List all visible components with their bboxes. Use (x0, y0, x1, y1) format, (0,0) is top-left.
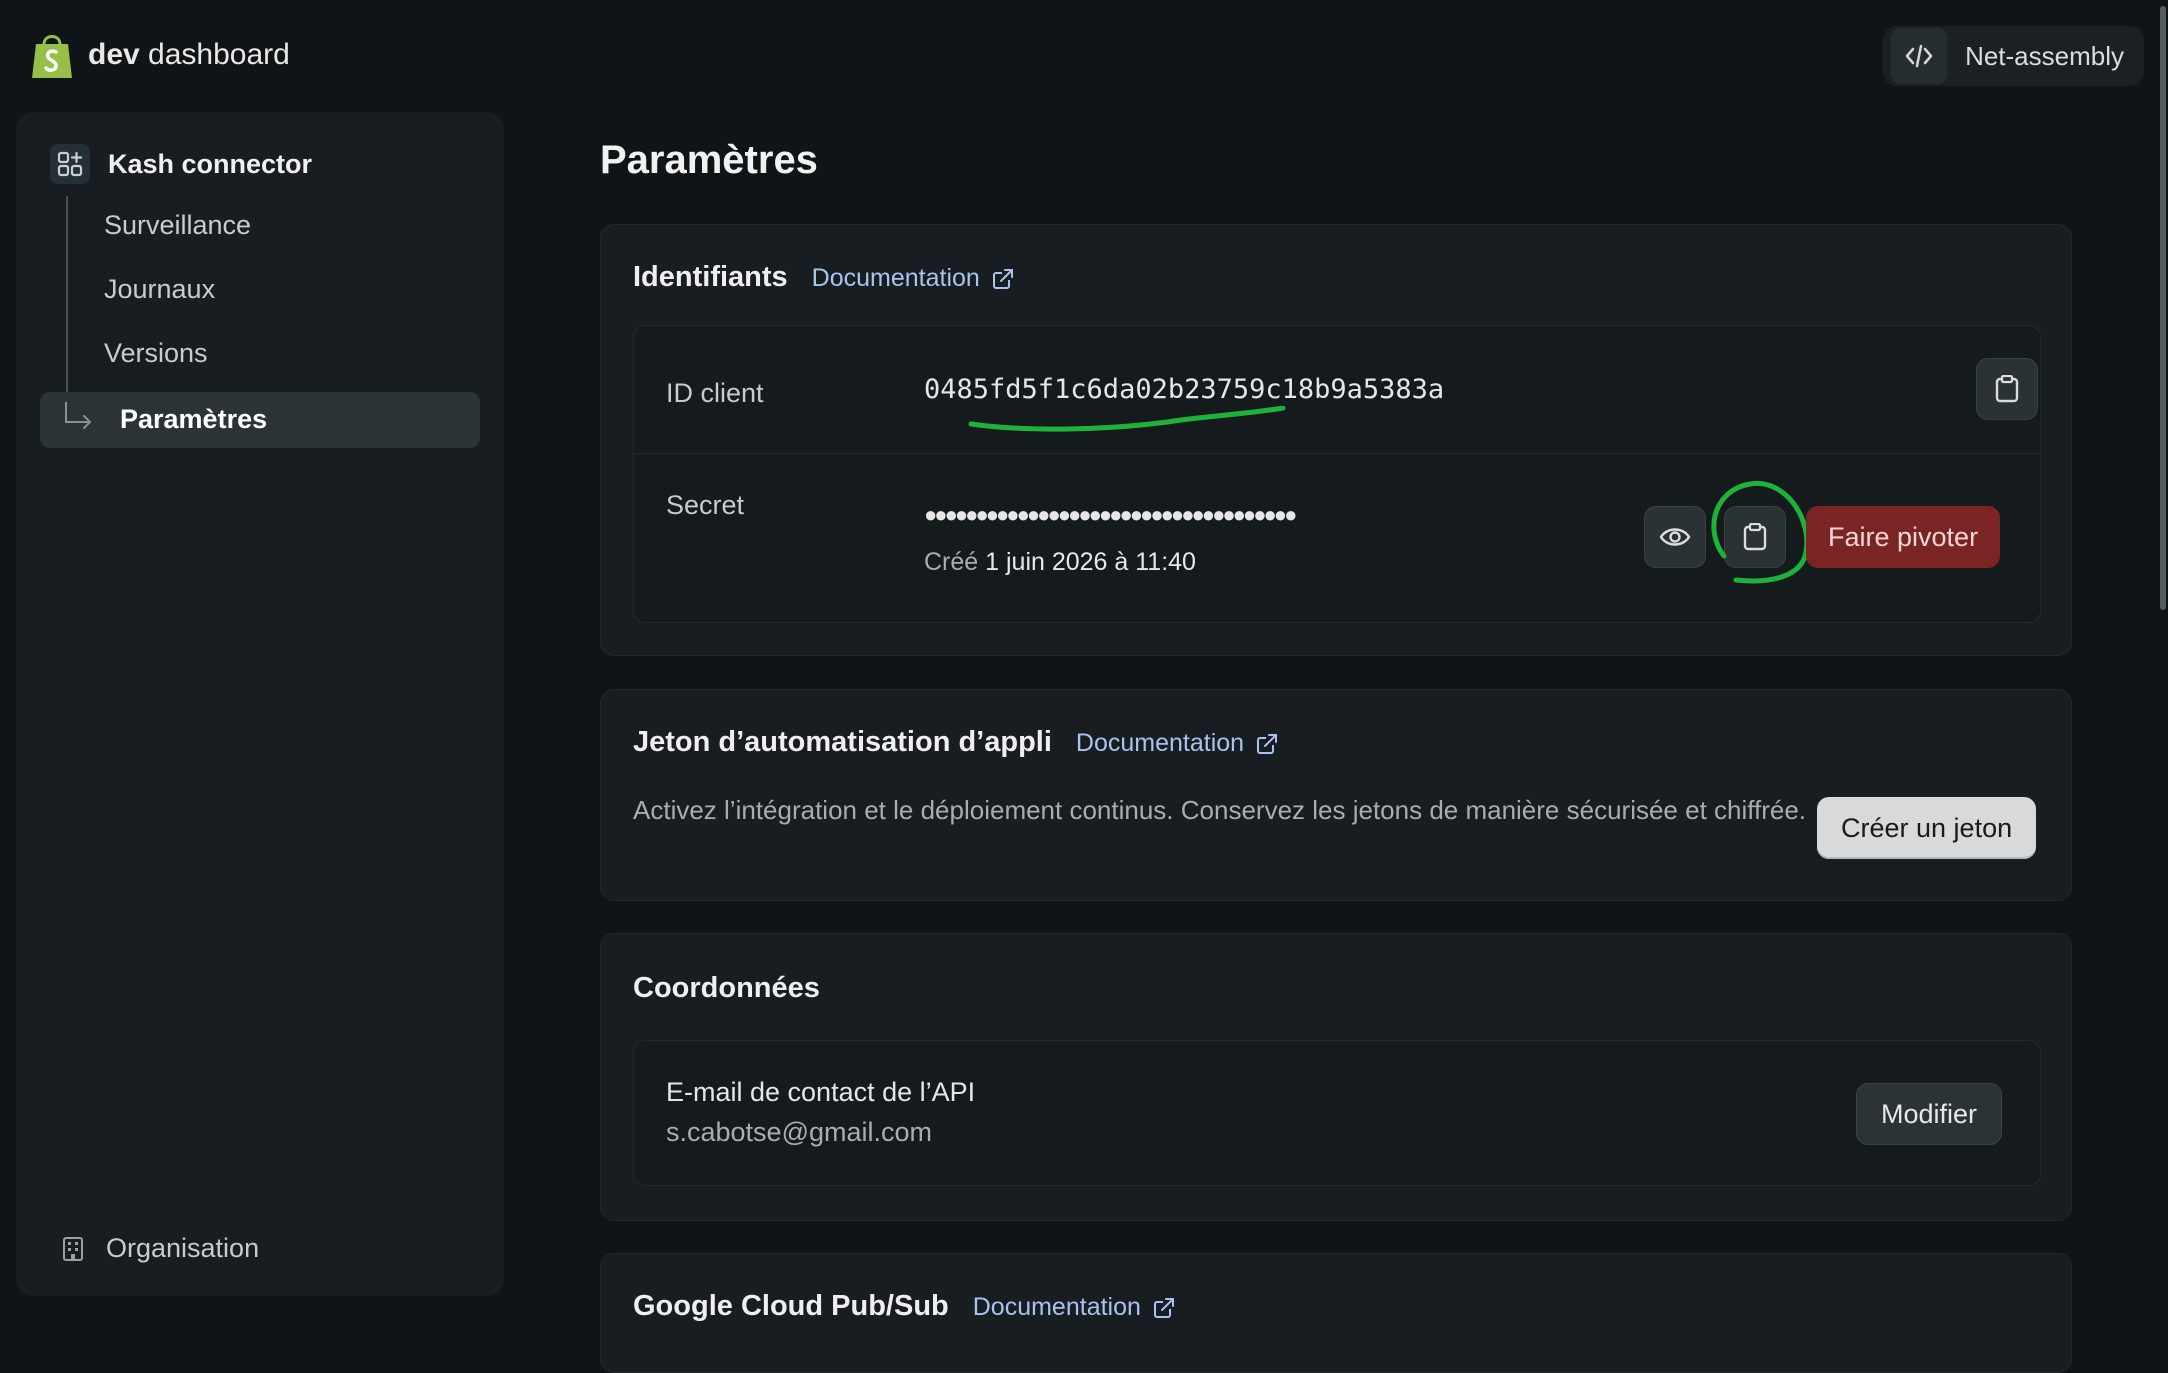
nav-tree-line (66, 196, 68, 418)
secret-masked-value: ●●●●●●●●●●●●●●●●●●●●●●●●●●●●●●●●●●●● (924, 502, 1297, 527)
rotate-secret-button[interactable]: Faire pivoter (1806, 506, 2001, 568)
credentials-card: Identifiants Documentation ID client 048… (600, 224, 2072, 656)
credentials-card-header: Identifiants Documentation (633, 261, 1014, 294)
app-name: Kash connector (108, 148, 313, 179)
sidebar: Kash connector Surveillance Journaux Ver… (16, 112, 504, 1296)
tree-branch-arrow-icon (65, 402, 91, 429)
contact-card: Coordonnées E-mail de contact de l’API s… (600, 933, 2072, 1221)
pubsub-documentation-link[interactable]: Documentation (973, 1293, 1175, 1322)
app-grid-icon (50, 144, 90, 184)
documentation-label: Documentation (811, 264, 980, 292)
api-contact-email-label: E-mail de contact de l’API (666, 1077, 976, 1107)
credentials-documentation-link[interactable]: Documentation (812, 264, 1014, 293)
created-prefix: Créé (924, 548, 979, 576)
building-icon (63, 1236, 83, 1261)
green-circle-annotation (1711, 481, 1810, 584)
green-underline-annotation (968, 406, 1286, 432)
external-link-icon (1153, 1297, 1174, 1318)
create-token-button[interactable]: Créer un jeton (1817, 797, 2037, 859)
sidebar-item-label: Paramètres (120, 404, 268, 434)
client-id-label: ID client (666, 378, 764, 408)
shopify-bag-icon (32, 35, 72, 78)
contact-card-header: Coordonnées (633, 972, 820, 1005)
edit-contact-button[interactable]: Modifier (1856, 1083, 2003, 1145)
sidebar-item-organisation[interactable]: Organisation (62, 1233, 259, 1264)
pubsub-card: Google Cloud Pub/Sub Documentation (600, 1253, 2072, 1373)
credentials-title: Identifiants (633, 261, 788, 293)
code-icon (1891, 28, 1948, 84)
sidebar-item-journaux[interactable]: Journaux (104, 274, 215, 305)
external-link-icon (992, 268, 1013, 289)
contact-list: E-mail de contact de l’API s.cabotse@gma… (633, 1040, 2041, 1186)
documentation-label: Documentation (1075, 729, 1245, 757)
pubsub-card-header: Google Cloud Pub/Sub Documentation (633, 1290, 1175, 1323)
secret-created-text: Créé 1 juin 2026 à 11:40 (924, 548, 1196, 577)
secret-label: Secret (666, 490, 745, 520)
show-secret-button[interactable] (1644, 506, 1706, 568)
clipboard-icon (1995, 375, 2019, 403)
eye-icon (1659, 528, 1691, 546)
top-bar: dev dashboard Net-assembly (0, 0, 2168, 112)
automation-token-description: Activez l’intégration et le déploiement … (633, 795, 1807, 825)
external-link-icon (1257, 733, 1278, 754)
automation-token-title: Jeton d’automatisation d’appli (633, 726, 1052, 758)
scrollbar-thumb[interactable] (2160, 6, 2166, 610)
secret-row: Secret ●●●●●●●●●●●●●●●●●●●●●●●●●●●●●●●●●… (634, 454, 2040, 622)
sidebar-item-surveillance[interactable]: Surveillance (104, 210, 251, 241)
pubsub-title: Google Cloud Pub/Sub (633, 1290, 949, 1322)
client-id-value[interactable]: 0485fd5f1c6da02b23759c18b9a5383a (924, 374, 1444, 405)
api-contact-email-value: s.cabotse@gmail.com (666, 1117, 933, 1147)
automation-token-card: Jeton d’automatisation d’appli Documenta… (600, 689, 2072, 901)
organization-switcher[interactable]: Net-assembly (1883, 26, 2144, 86)
automation-token-documentation-link[interactable]: Documentation (1076, 729, 1278, 758)
organization-name: Net-assembly (1965, 40, 2124, 71)
created-date: 1 juin 2026 à 11:40 (978, 548, 1196, 576)
sidebar-item-parametres[interactable]: Paramètres (40, 392, 480, 448)
brand-name: dev dashboard (88, 38, 290, 71)
dev-dashboard-logo[interactable]: dev dashboard (30, 30, 290, 80)
documentation-label: Documentation (972, 1293, 1141, 1321)
client-id-row: ID client 0485fd5f1c6da02b23759c18b9a538… (634, 326, 2040, 454)
page-title: Paramètres (600, 138, 818, 182)
credentials-list: ID client 0485fd5f1c6da02b23759c18b9a538… (633, 325, 2041, 623)
sidebar-app-header[interactable]: Kash connector (50, 144, 312, 184)
sidebar-item-versions[interactable]: Versions (104, 338, 208, 369)
automation-token-header: Jeton d’automatisation d’appli Documenta… (633, 726, 1278, 759)
copy-client-id-button[interactable] (1976, 358, 2038, 420)
sidebar-item-label: Organisation (106, 1233, 260, 1263)
page-scrollbar[interactable] (2156, 0, 2168, 1312)
contact-title: Coordonnées (633, 972, 820, 1004)
